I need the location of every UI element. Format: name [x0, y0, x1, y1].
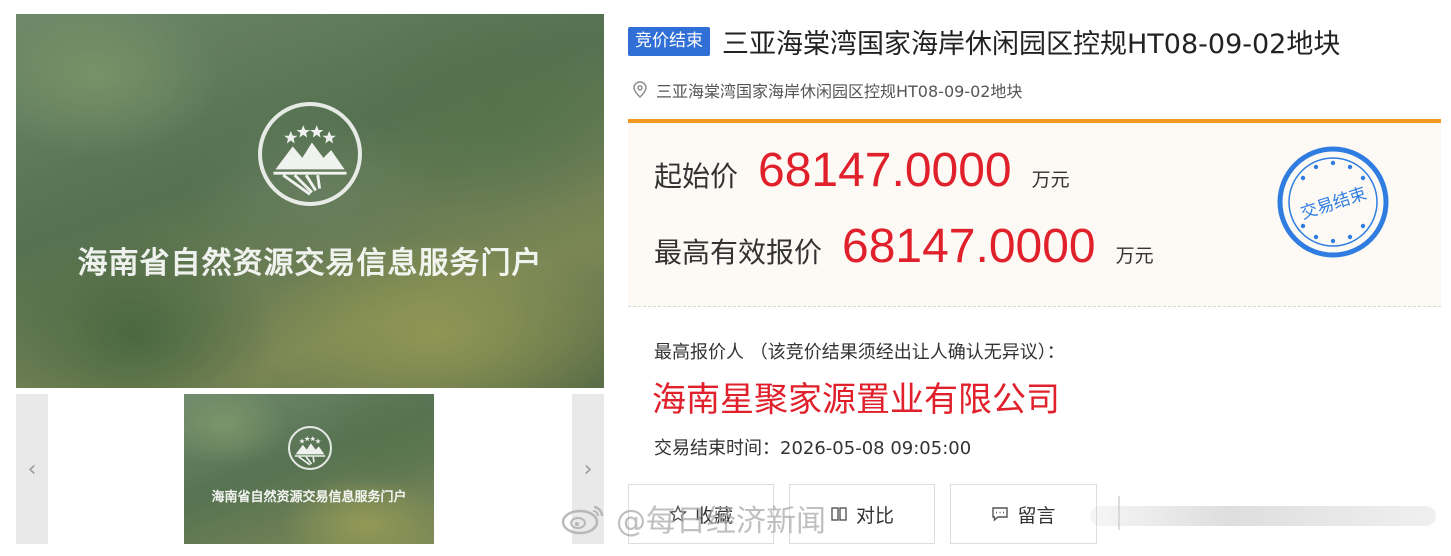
deal-closed-stamp: 交易结束 — [1276, 145, 1390, 259]
highest-bidder-name: 海南星聚家源置业有限公司 — [652, 380, 1060, 420]
start-price-label: 起始价 — [654, 160, 739, 193]
comment-button[interactable]: 留言 — [950, 484, 1097, 544]
main-image[interactable]: 海南省自然资源交易信息服务门户 — [16, 14, 604, 388]
page-title: 三亚海棠湾国家海岸休闲园区控规HT08-09-02地块 — [722, 28, 1341, 60]
compare-icon — [830, 505, 848, 523]
location-pin-icon — [632, 81, 648, 99]
prev-arrow-button[interactable]: ‹ — [16, 394, 48, 544]
start-price-unit: 万元 — [1031, 169, 1070, 191]
highest-bidder-label: 最高报价人 （该竞价结果须经出让人确认无异议）： — [654, 342, 1065, 363]
watermark: @每日经济新闻 — [560, 496, 826, 540]
thumbnail-caption: 海南省自然资源交易信息服务门户 — [211, 490, 407, 505]
compare-label: 对比 — [855, 504, 894, 527]
location-row: 三亚海棠湾国家海岸休闲园区控规HT08-09-02地块 — [632, 78, 1022, 102]
mountain-emblem-icon — [258, 102, 362, 206]
thumbnail-image[interactable]: 海南省自然资源交易信息服务门户 — [184, 394, 434, 544]
blurred-overlay — [1090, 506, 1436, 526]
mountain-emblem-icon — [288, 426, 332, 470]
message-icon — [991, 505, 1009, 523]
deal-end-time: 交易结束时间：2026-05-08 09:05:00 — [654, 438, 972, 459]
comment-label: 留言 — [1017, 504, 1056, 527]
price-box: 起始价 68147.0000 万元 最高有效报价 68147.0000 万元 交… — [628, 119, 1441, 307]
thumbnail-strip: ‹ 海南省自然资源交易信息服务门户 › — [16, 394, 604, 544]
chevron-left-icon: ‹ — [27, 456, 37, 482]
watermark-text: @每日经济新闻 — [616, 504, 826, 539]
location-text: 三亚海棠湾国家海岸休闲园区控规HT08-09-02地块 — [656, 82, 1023, 101]
highest-price-row: 最高有效报价 68147.0000 万元 — [654, 219, 1154, 274]
start-price-value: 68147.0000 — [758, 144, 1012, 197]
chevron-right-icon: › — [583, 456, 593, 482]
start-price-row: 起始价 68147.0000 万元 — [654, 143, 1070, 198]
main-image-caption: 海南省自然资源交易信息服务门户 — [77, 246, 543, 281]
weibo-logo-icon — [560, 501, 606, 535]
title-row: 竞价结束 三亚海棠湾国家海岸休闲园区控规HT08-09-02地块 — [628, 22, 1340, 60]
highest-price-unit: 万元 — [1115, 245, 1154, 267]
highest-price-label: 最高有效报价 — [654, 236, 823, 269]
stamp-text: 交易结束 — [1298, 184, 1369, 224]
highest-price-value: 68147.0000 — [842, 220, 1096, 273]
status-badge: 竞价结束 — [628, 26, 710, 56]
